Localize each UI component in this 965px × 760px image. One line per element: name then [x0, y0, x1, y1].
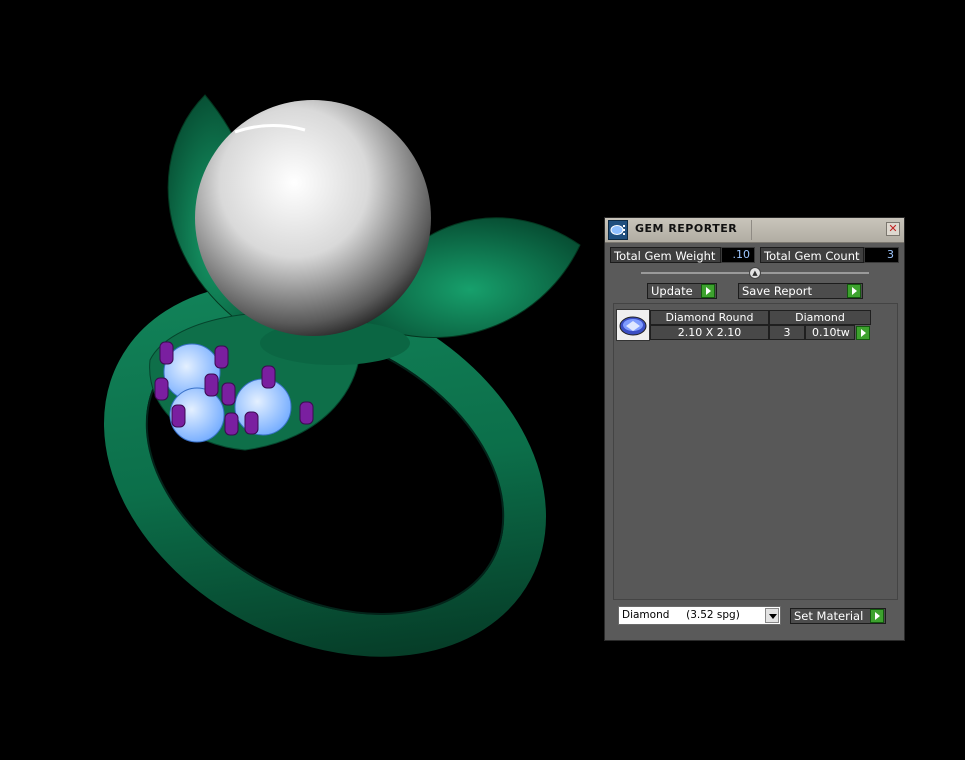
gem-report-list: Diamond Round Diamond 2.10 X 2.10 3 0.10…: [613, 303, 898, 600]
gem-cut-cell: Diamond Round: [650, 310, 769, 325]
collapse-toggle-icon[interactable]: ▲: [749, 267, 761, 279]
set-material-button-label: Set Material: [794, 609, 864, 623]
total-gem-count-value: 3: [864, 247, 899, 263]
material-select[interactable]: Diamond (3.52 spg): [618, 606, 781, 625]
update-button-label: Update: [651, 284, 693, 298]
gem-row-go-icon[interactable]: [856, 326, 870, 340]
gem-count-cell: 3: [769, 325, 805, 340]
title-divider: [751, 220, 752, 240]
panel-titlebar[interactable]: GEM REPORTER ✕: [605, 218, 904, 243]
gem-material-cell: Diamond: [769, 310, 871, 325]
close-icon[interactable]: ✕: [886, 222, 900, 236]
diamond-gem-icon[interactable]: [616, 309, 650, 341]
update-go-icon[interactable]: [701, 284, 715, 298]
chevron-down-icon[interactable]: [765, 608, 779, 623]
gem-weight-cell: 0.10tw: [805, 325, 855, 340]
set-material-go-icon[interactable]: [870, 609, 884, 623]
gem-reporter-app-icon: [608, 220, 628, 240]
save-report-button[interactable]: Save Report: [738, 283, 863, 299]
gem-size-cell: 2.10 X 2.10: [650, 325, 769, 340]
save-report-button-label: Save Report: [742, 284, 813, 298]
total-gem-weight-label: Total Gem Weight: [610, 247, 721, 263]
total-gem-count-label: Total Gem Count: [760, 247, 864, 263]
total-gem-weight-value: .10: [721, 247, 755, 263]
material-select-value: Diamond (3.52 spg): [622, 609, 740, 621]
panel-title: GEM REPORTER: [635, 222, 738, 235]
save-report-go-icon[interactable]: [847, 284, 861, 298]
gem-reporter-panel: GEM REPORTER ✕ Total Gem Weight .10 Tota…: [604, 217, 905, 641]
